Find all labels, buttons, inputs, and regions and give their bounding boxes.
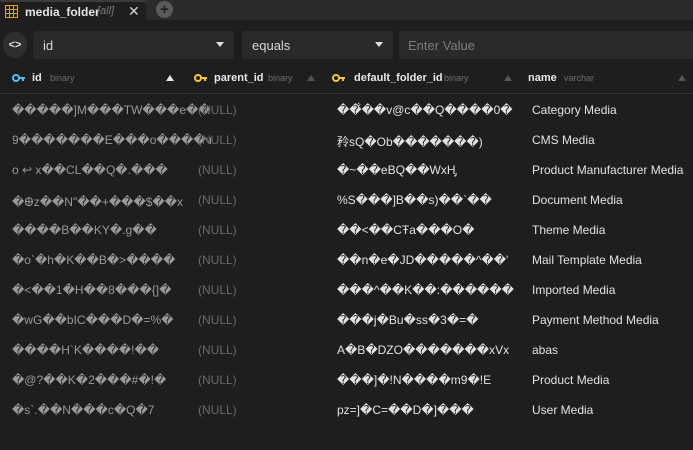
filter-column-select[interactable]: id bbox=[33, 31, 234, 59]
table-row[interactable]: �s`.��N���c�Q�7 (NULL) pz=]�C=��D�]��� U… bbox=[0, 395, 693, 425]
cell-default-folder-id[interactable]: ���^��K��:������ bbox=[337, 283, 514, 297]
chevron-down-icon bbox=[375, 42, 383, 47]
cell-id[interactable]: o ↩ x��CL��Q�.��� bbox=[12, 163, 168, 177]
cell-default-folder-id[interactable]: ���]�!N����m9�!E bbox=[337, 373, 491, 387]
cell-parent-id[interactable]: (NULL) bbox=[198, 283, 237, 297]
column-name: id bbox=[32, 72, 42, 84]
cell-parent-id[interactable]: (NULL) bbox=[198, 133, 237, 147]
table-row[interactable]: ����H`K����!�� (NULL) A�B�DZO�������xVx … bbox=[0, 335, 693, 365]
table-row[interactable]: �<��1�H��8���{]� (NULL) ���^��K��:������… bbox=[0, 275, 693, 305]
sort-icon[interactable] bbox=[678, 75, 686, 81]
cell-parent-id[interactable]: (NULL) bbox=[198, 343, 237, 357]
filter-operator-value: equals bbox=[252, 38, 291, 53]
table-row[interactable]: �o`�h�K��B�>���� (NULL) ��n�e�JD�����^��… bbox=[0, 245, 693, 275]
cell-default-folder-id[interactable]: 矝sQ�Ob�������) bbox=[337, 133, 483, 150]
cell-name[interactable]: Mail Template Media bbox=[532, 253, 642, 267]
cell-default-folder-id[interactable]: ��n�e�JD�����^��' bbox=[337, 253, 508, 267]
close-icon[interactable]: ✕ bbox=[128, 3, 140, 20]
column-type: binary bbox=[444, 73, 469, 83]
column-header-name[interactable]: name varchar bbox=[528, 64, 693, 94]
table-row[interactable]: �����]M���TW���e�� (NULL) ��̐��v@c��Q���… bbox=[0, 95, 693, 125]
cell-name[interactable]: Imported Media bbox=[532, 283, 615, 297]
tab-title: media_folder bbox=[25, 5, 100, 19]
cell-name[interactable]: abas bbox=[532, 343, 558, 357]
tab-media-folder[interactable]: media_folder [all] ✕ bbox=[0, 0, 146, 20]
table-row[interactable]: o ↩ x��CL��Q�.��� (NULL) �~��eBQ��WxH̡ P… bbox=[0, 155, 693, 185]
cell-name[interactable]: Document Media bbox=[532, 193, 623, 207]
new-tab-button[interactable]: + bbox=[156, 1, 173, 18]
tab-subtitle: [all] bbox=[97, 5, 115, 17]
filter-column-value: id bbox=[43, 38, 54, 53]
cell-name[interactable]: Theme Media bbox=[532, 223, 605, 237]
cell-default-folder-id[interactable]: %S���]B��s)��`�� bbox=[337, 193, 492, 207]
cell-id[interactable]: ����B��KY�.g�� bbox=[12, 223, 157, 237]
column-type: binary bbox=[50, 73, 75, 83]
table-icon bbox=[5, 5, 18, 18]
cell-id[interactable]: �<��1�H��8���{]� bbox=[12, 283, 171, 297]
column-name: parent_id bbox=[214, 72, 264, 84]
cell-default-folder-id[interactable]: ��̐��v@c��Q����0� bbox=[337, 103, 513, 117]
column-name: default_folder_id bbox=[354, 72, 443, 84]
cell-parent-id[interactable]: (NULL) bbox=[198, 373, 237, 387]
cell-id[interactable]: �wG��bIC���D�=%� bbox=[12, 313, 173, 327]
filter-value-input[interactable] bbox=[399, 31, 693, 59]
primary-key-icon bbox=[12, 74, 25, 82]
grid-header: id binary parent_id binary default_folde… bbox=[0, 64, 693, 94]
cell-default-folder-id[interactable]: �~��eBQ��WxH̡ bbox=[337, 163, 456, 177]
cell-parent-id[interactable]: (NULL) bbox=[198, 223, 237, 237]
tab-bar: media_folder [all] ✕ + bbox=[0, 0, 693, 20]
foreign-key-icon bbox=[332, 74, 345, 82]
cell-name[interactable]: Product Media bbox=[532, 373, 609, 387]
cell-parent-id[interactable]: (NULL) bbox=[198, 253, 237, 267]
foreign-key-icon bbox=[194, 74, 207, 82]
filter-operator-select[interactable]: equals bbox=[242, 31, 393, 59]
cell-parent-id[interactable]: (NULL) bbox=[198, 103, 237, 117]
cell-id[interactable]: �����]M���TW���e�� bbox=[12, 103, 211, 117]
cell-id[interactable]: 9�������E���o����ч bbox=[12, 133, 212, 147]
cell-id[interactable]: �@?��K�2���#�!� bbox=[12, 373, 166, 387]
cell-default-folder-id[interactable]: A�B�DZO�������xVx bbox=[337, 343, 509, 357]
table-row[interactable]: ����B��KY�.g�� (NULL) ��<��CŦa���O� Them… bbox=[0, 215, 693, 245]
column-header-default-folder-id[interactable]: default_folder_id binary bbox=[332, 64, 522, 94]
sort-asc-icon[interactable] bbox=[166, 75, 174, 81]
cell-name[interactable]: Product Manufacturer Media bbox=[532, 163, 683, 177]
cell-name[interactable]: Category Media bbox=[532, 103, 617, 117]
table-row[interactable]: �wG��bIC���D�=%� (NULL) ���j�Bu�ss�3�=� … bbox=[0, 305, 693, 335]
cell-default-folder-id[interactable]: ���j�Bu�ss�3�=� bbox=[337, 313, 478, 327]
table-row[interactable]: �Ꚛz��N"��+���$��x (NULL) %S���]B��s)��`�… bbox=[0, 185, 693, 215]
chevron-down-icon bbox=[216, 42, 224, 47]
cell-default-folder-id[interactable]: ��<��CŦa���O� bbox=[337, 223, 474, 237]
cell-id[interactable]: ����H`K����!�� bbox=[12, 343, 159, 357]
column-type: binary bbox=[268, 73, 293, 83]
sort-icon[interactable] bbox=[307, 75, 315, 81]
code-toggle-button[interactable]: <> bbox=[3, 32, 27, 58]
cell-id[interactable]: �s`.��N���c�Q�7 bbox=[12, 403, 154, 417]
cell-name[interactable]: Payment Method Media bbox=[532, 313, 659, 327]
cell-parent-id[interactable]: (NULL) bbox=[198, 403, 237, 417]
cell-parent-id[interactable]: (NULL) bbox=[198, 313, 237, 327]
table-row[interactable]: �@?��K�2���#�!� (NULL) ���]�!N����m9�!E … bbox=[0, 365, 693, 395]
table-row[interactable]: 9�������E���o����ч (NULL) 矝sQ�Ob�������)… bbox=[0, 125, 693, 155]
column-header-parent-id[interactable]: parent_id binary bbox=[194, 64, 330, 94]
cell-parent-id[interactable]: (NULL) bbox=[198, 163, 237, 177]
column-type: varchar bbox=[564, 73, 595, 83]
cell-id[interactable]: �Ꚛz��N"��+���$��x bbox=[12, 193, 183, 210]
cell-id[interactable]: �o`�h�K��B�>���� bbox=[12, 253, 175, 267]
cell-name[interactable]: User Media bbox=[532, 403, 593, 417]
cell-parent-id[interactable]: (NULL) bbox=[198, 193, 237, 207]
cell-name[interactable]: CMS Media bbox=[532, 133, 595, 147]
sort-icon[interactable] bbox=[504, 75, 512, 81]
column-name: name bbox=[528, 72, 557, 84]
filter-bar: <> id equals bbox=[0, 28, 693, 62]
cell-default-folder-id[interactable]: pz=]�C=��D�]��� bbox=[337, 403, 474, 417]
column-header-id[interactable]: id binary bbox=[12, 64, 192, 94]
